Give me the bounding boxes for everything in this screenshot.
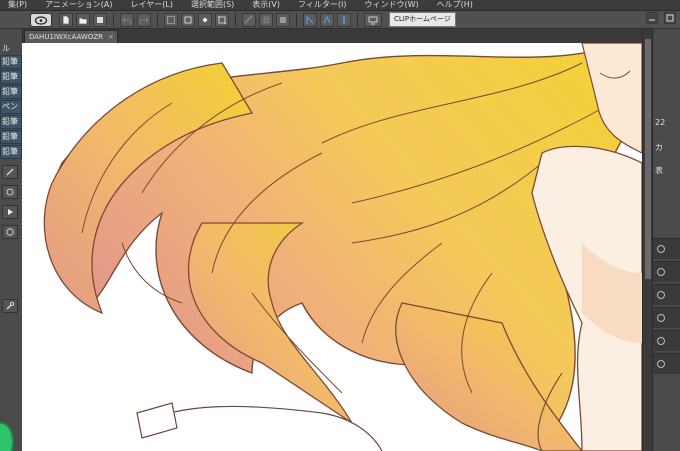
snap-ruler-button[interactable] bbox=[303, 12, 317, 27]
brush-icon bbox=[6, 168, 14, 176]
command-bar: CLIPホームページ bbox=[0, 11, 680, 29]
layer-row[interactable] bbox=[653, 261, 680, 282]
brush-settings-button[interactable] bbox=[2, 165, 18, 179]
minimize-button[interactable] bbox=[646, 12, 658, 24]
menu-help[interactable]: ヘルプ(H) bbox=[429, 0, 483, 10]
mask-icon bbox=[280, 16, 286, 23]
toolbar-divider bbox=[357, 12, 358, 27]
panel-label: カ bbox=[655, 143, 663, 152]
property-button[interactable] bbox=[2, 185, 18, 199]
panel-tab-label: ル bbox=[2, 44, 10, 53]
menu-filter[interactable]: フィルター(I) bbox=[290, 0, 356, 10]
new-file-icon bbox=[62, 15, 70, 24]
clip-homepage-button[interactable]: CLIPホームページ bbox=[389, 12, 456, 27]
brush-item[interactable]: 鉛筆 bbox=[0, 85, 22, 99]
menu-selection[interactable]: 選択範囲(S) bbox=[183, 0, 244, 10]
open-file-button[interactable] bbox=[76, 12, 90, 27]
monitor-icon bbox=[368, 16, 378, 24]
toolbar-divider bbox=[113, 12, 114, 27]
clear-selection-button[interactable] bbox=[164, 12, 178, 27]
brush-item[interactable]: 鉛筆 bbox=[0, 55, 22, 69]
redo-icon bbox=[139, 17, 149, 24]
save-button[interactable] bbox=[93, 12, 107, 27]
toolbar-divider bbox=[296, 12, 297, 27]
drawing-canvas[interactable] bbox=[22, 43, 642, 451]
brush-item[interactable]: ペン bbox=[0, 100, 22, 114]
fill-button[interactable] bbox=[198, 12, 212, 27]
tool-options-button[interactable] bbox=[2, 299, 18, 313]
bucket-icon bbox=[201, 16, 209, 23]
flower-icon bbox=[6, 188, 14, 196]
transform-icon bbox=[184, 16, 192, 23]
window-controls bbox=[646, 12, 676, 24]
expand-button[interactable] bbox=[2, 205, 18, 219]
maximize-button[interactable] bbox=[664, 12, 676, 24]
eye-icon[interactable] bbox=[657, 337, 665, 345]
right-panel: 22 カ 表 bbox=[652, 29, 680, 451]
menu-animation[interactable]: アニメーション(A) bbox=[37, 0, 122, 10]
scrollbar-thumb[interactable] bbox=[645, 39, 651, 279]
menu-view[interactable]: 表示(V) bbox=[244, 0, 290, 10]
eye-icon[interactable] bbox=[657, 314, 665, 322]
panel-label: 表 bbox=[655, 166, 663, 175]
sub-tool-panel: ル 鉛筆 鉛筆 鉛筆 ペン 鉛筆 鉛筆 鉛筆 bbox=[0, 29, 23, 451]
display-options-button[interactable] bbox=[364, 12, 382, 27]
grid-button[interactable] bbox=[259, 12, 273, 27]
new-file-button[interactable] bbox=[59, 12, 73, 27]
layer-mask-button[interactable] bbox=[276, 12, 290, 27]
play-icon bbox=[8, 209, 13, 215]
eye-icon[interactable] bbox=[657, 291, 665, 299]
artwork bbox=[22, 43, 642, 451]
undo-icon bbox=[122, 17, 132, 24]
document-tab-bar: DAHU1IWXcAAWOZR × bbox=[22, 29, 642, 43]
brush-item[interactable]: 鉛筆 bbox=[0, 115, 22, 129]
snap-grid-icon bbox=[343, 15, 345, 24]
layer-row[interactable] bbox=[653, 284, 680, 305]
brush-item[interactable]: 鉛筆 bbox=[0, 130, 22, 144]
snap-grid-button[interactable] bbox=[337, 12, 351, 27]
dotted-selection-icon bbox=[167, 15, 175, 24]
app-logo-button[interactable] bbox=[30, 13, 52, 27]
crop-icon bbox=[218, 15, 226, 24]
eye-icon[interactable] bbox=[657, 360, 665, 368]
minimize-icon bbox=[649, 19, 655, 21]
menu-layer[interactable]: レイヤー(L) bbox=[122, 0, 182, 10]
timer-button[interactable] bbox=[2, 225, 18, 239]
clock-icon bbox=[6, 228, 14, 236]
eye-icon[interactable] bbox=[657, 268, 665, 276]
redo-button[interactable] bbox=[137, 12, 151, 27]
layer-row[interactable] bbox=[653, 330, 680, 351]
ruler-button[interactable] bbox=[242, 12, 256, 27]
transform-button[interactable] bbox=[181, 12, 195, 27]
grid-icon bbox=[262, 15, 270, 24]
color-wheel[interactable] bbox=[0, 422, 14, 451]
clip-logo-icon bbox=[34, 15, 48, 25]
maximize-icon bbox=[666, 14, 674, 22]
layer-row[interactable] bbox=[653, 238, 680, 259]
toolbar-divider bbox=[235, 12, 236, 27]
ruler-icon bbox=[244, 15, 253, 23]
brush-item[interactable]: 鉛筆 bbox=[0, 145, 22, 159]
eye-icon[interactable] bbox=[657, 245, 665, 253]
crop-button[interactable] bbox=[215, 12, 229, 27]
folder-icon bbox=[78, 17, 88, 24]
brush-item[interactable]: 鉛筆 bbox=[0, 70, 22, 84]
layer-row[interactable] bbox=[653, 353, 680, 374]
snap-special-ruler-button[interactable] bbox=[320, 12, 334, 27]
snap-ruler-icon bbox=[306, 15, 314, 24]
document-tab-title: DAHU1IWXcAAWOZR bbox=[29, 33, 104, 41]
undo-button[interactable] bbox=[120, 12, 134, 27]
menu-bar: 集(P) アニメーション(A) レイヤー(L) 選択範囲(S) 表示(V) フィ… bbox=[0, 0, 680, 11]
zoom-readout: 22 bbox=[655, 118, 666, 127]
toolbar-divider bbox=[157, 12, 158, 27]
layer-row[interactable] bbox=[653, 307, 680, 328]
menu-edit[interactable]: 集(P) bbox=[0, 0, 37, 10]
menu-window[interactable]: ウィンドウ(W) bbox=[356, 0, 428, 10]
close-tab-icon[interactable]: × bbox=[108, 31, 114, 43]
save-icon bbox=[96, 15, 104, 24]
wrench-icon bbox=[6, 301, 15, 310]
document-tab[interactable]: DAHU1IWXcAAWOZR × bbox=[24, 30, 119, 43]
snap-special-icon bbox=[323, 15, 331, 23]
